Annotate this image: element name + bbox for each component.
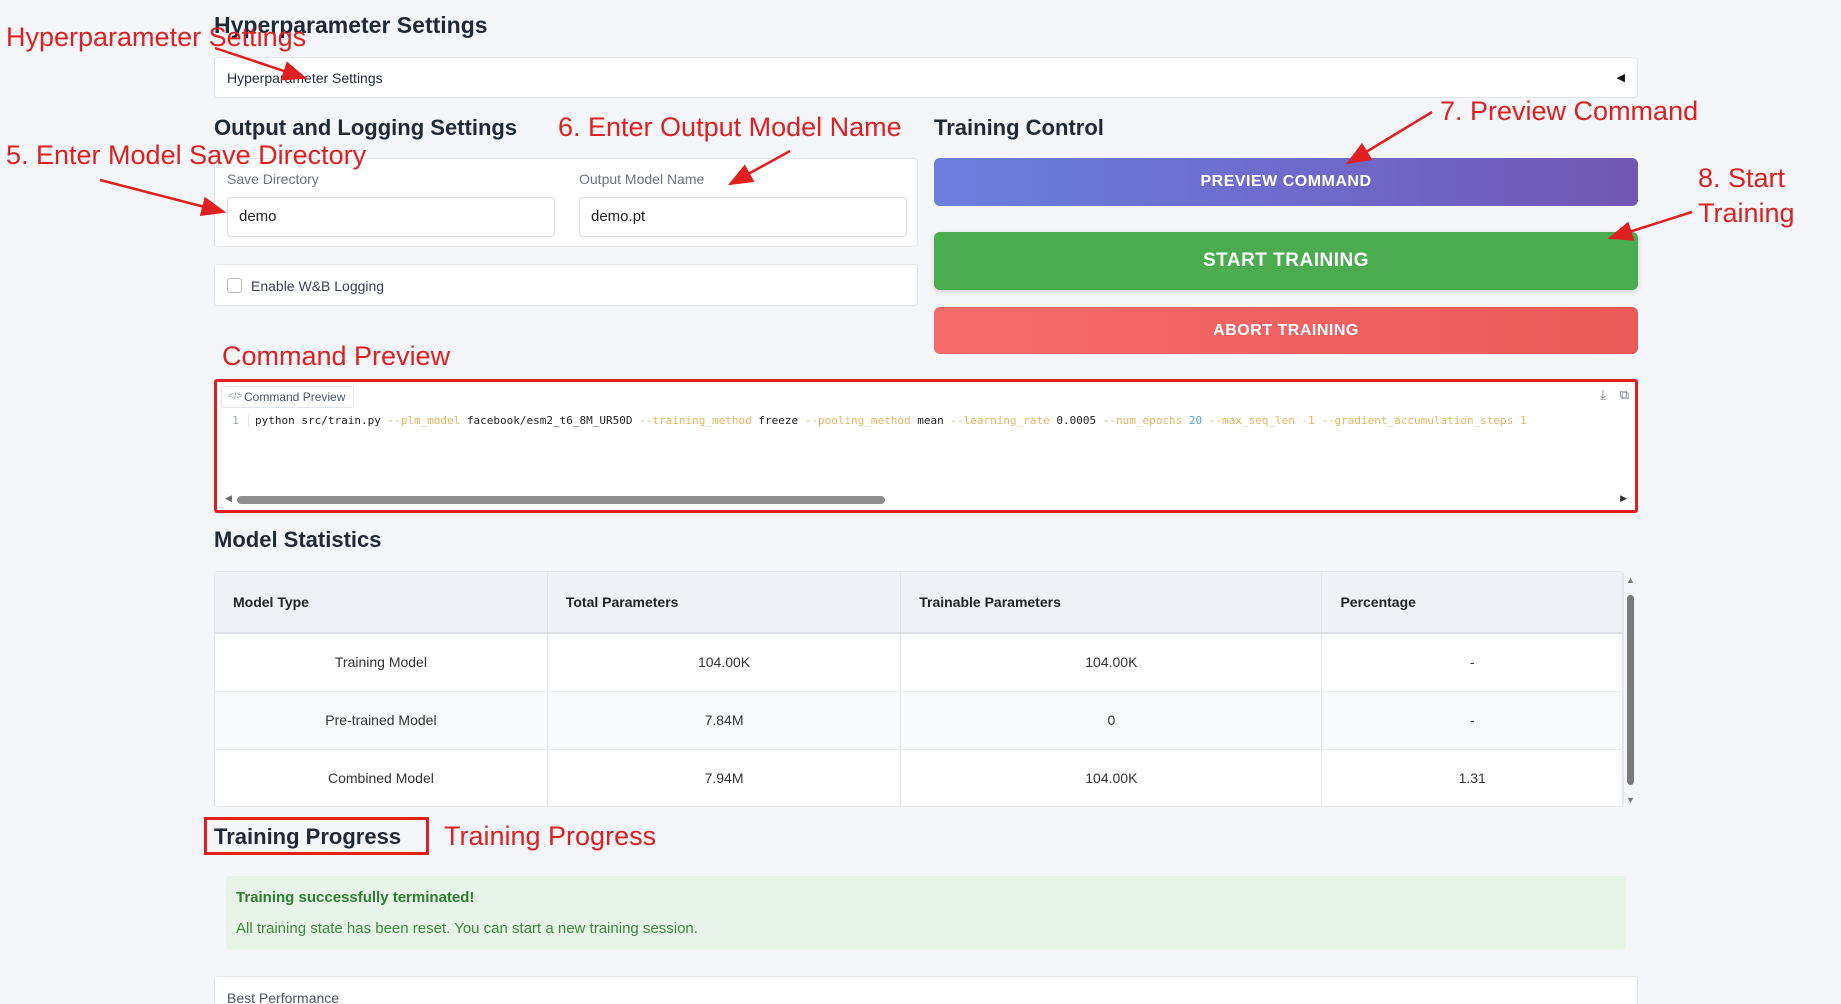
training-status-message: Training successfully terminated! All tr…: [226, 876, 1626, 950]
model-name-label: Output Model Name: [579, 171, 705, 187]
training-progress-heading: Training Progress: [214, 824, 402, 849]
table-cell: 104.00K: [900, 633, 1323, 692]
table-cell: Training Model: [215, 633, 548, 692]
scroll-right-icon[interactable]: ▶: [1620, 493, 1627, 504]
table-cell: 7.84M: [547, 691, 902, 750]
table-cell: 7.94M: [547, 749, 902, 806]
command-text: python src/train.py --plm_model facebook…: [255, 414, 1527, 427]
code-icon: </>: [228, 391, 243, 402]
command-token: --plm_model: [387, 414, 467, 427]
horizontal-scrollbar[interactable]: ◀ ▶: [225, 493, 1627, 504]
command-token: -1: [1301, 414, 1322, 427]
best-performance-label: Best Performance: [227, 990, 340, 1004]
hyperparameter-accordion[interactable]: Hyperparameter Settings ◀: [214, 57, 1638, 98]
status-title: Training successfully terminated!: [236, 889, 475, 906]
wandb-checkbox[interactable]: [227, 278, 242, 293]
table-cell: -: [1321, 691, 1623, 750]
table-cell: Combined Model: [215, 749, 548, 806]
save-dir-label: Save Directory: [227, 171, 319, 187]
command-token: mean: [917, 414, 951, 427]
command-token: facebook/esm2_t6_8M_UR50D: [466, 414, 640, 427]
annotation-start-1: 8. Start: [1698, 163, 1786, 193]
best-performance-panel[interactable]: Best Performance: [214, 976, 1638, 1004]
scroll-up-icon[interactable]: ▲: [1626, 575, 1635, 585]
table-cell: 0: [900, 691, 1323, 750]
column-header[interactable]: Total Parameters: [547, 572, 902, 634]
accordion-label: Hyperparameter Settings: [227, 69, 383, 86]
command-preview-tab-label: Command Preview: [244, 390, 346, 404]
annotation-preview: 7. Preview Command: [1440, 96, 1699, 126]
command-token: --num_epochs: [1102, 414, 1189, 427]
annotation-command-preview: Command Preview: [222, 341, 451, 371]
command-token: --max_seq_len: [1208, 414, 1302, 427]
command-token: freeze: [758, 414, 805, 427]
line-number: 1: [223, 414, 249, 427]
scroll-left-icon[interactable]: ◀: [225, 493, 232, 504]
vertical-scrollbar[interactable]: ▲ ▼: [1624, 575, 1638, 805]
annotation-start-2: Training: [1698, 198, 1795, 228]
annotation-model-name: 6. Enter Output Model Name: [558, 112, 902, 142]
table-cell: 104.00K: [547, 633, 902, 692]
training-page: Hyperparameter Settings Hyperparameter S…: [0, 0, 1841, 1004]
model-statistics-heading: Model Statistics: [214, 527, 382, 552]
download-icon[interactable]: ⤓: [1600, 387, 1606, 403]
command-token: 1: [1520, 414, 1527, 427]
arrow-preview: [1345, 110, 1433, 165]
output-model-name-input[interactable]: demo.pt: [579, 197, 907, 237]
training-control-heading: Training Control: [934, 115, 1104, 140]
abort-training-button[interactable]: ABORT TRAINING: [934, 307, 1638, 354]
command-line: 1 python src/train.py --plm_model faceboo…: [223, 414, 1625, 427]
annotation-save-dir: 5. Enter Model Save Directory: [6, 140, 367, 170]
arrow-save-dir: [99, 178, 227, 217]
caret-left-icon: ◀: [1616, 72, 1625, 84]
preview-command-button[interactable]: PREVIEW COMMAND: [934, 158, 1638, 206]
output-heading: Output and Logging Settings: [214, 115, 518, 140]
wandb-label: Enable W&B Logging: [251, 278, 385, 294]
table-row: Training Model 104.00K 104.00K -: [215, 633, 1623, 692]
command-token: --pooling_method: [804, 414, 918, 427]
column-header[interactable]: Trainable Parameters: [900, 572, 1323, 634]
scrollbar-thumb[interactable]: [1627, 595, 1634, 785]
table-row: Pre-trained Model 7.84M 0 -: [215, 691, 1623, 750]
table-cell: 104.00K: [900, 749, 1323, 806]
table-cell: 1.31: [1321, 749, 1623, 806]
save-directory-input[interactable]: demo: [227, 197, 555, 237]
command-preview-tab: </> Command Preview: [221, 386, 355, 408]
command-token: --training_method: [639, 414, 759, 427]
command-token: 20: [1188, 414, 1209, 427]
column-header[interactable]: Model Type: [215, 572, 548, 634]
scroll-down-icon[interactable]: ▼: [1626, 795, 1635, 805]
table-cell: Pre-trained Model: [215, 691, 548, 750]
annotation-hyperparameter: Hyperparameter Settings: [6, 22, 307, 52]
annotation-training-progress: Training Progress: [444, 821, 657, 851]
status-text: All training state has been reset. You c…: [236, 920, 698, 937]
scrollbar-thumb[interactable]: [237, 496, 885, 504]
model-statistics-table: Model Type Total Parameters Trainable Pa…: [214, 571, 1624, 807]
copy-icon[interactable]: ⧉: [1620, 387, 1629, 403]
command-preview-box[interactable]: </> Command Preview ⤓ ⧉ 1 python src/trai…: [214, 379, 1638, 513]
table-row: Combined Model 7.94M 104.00K 1.31: [215, 749, 1623, 806]
command-token: python src/train.py: [255, 414, 388, 427]
column-header[interactable]: Percentage: [1321, 572, 1623, 634]
output-settings-panel: Save Directory demo Output Model Name de…: [214, 158, 918, 247]
command-token: --learning_rate: [950, 414, 1057, 427]
table-cell: -: [1321, 633, 1623, 692]
wandb-panel[interactable]: Enable W&B Logging: [214, 264, 918, 306]
command-token: 0.0005: [1056, 414, 1103, 427]
start-training-button[interactable]: START TRAINING: [934, 232, 1638, 290]
command-token: --gradient_accumulation_steps: [1321, 414, 1520, 427]
